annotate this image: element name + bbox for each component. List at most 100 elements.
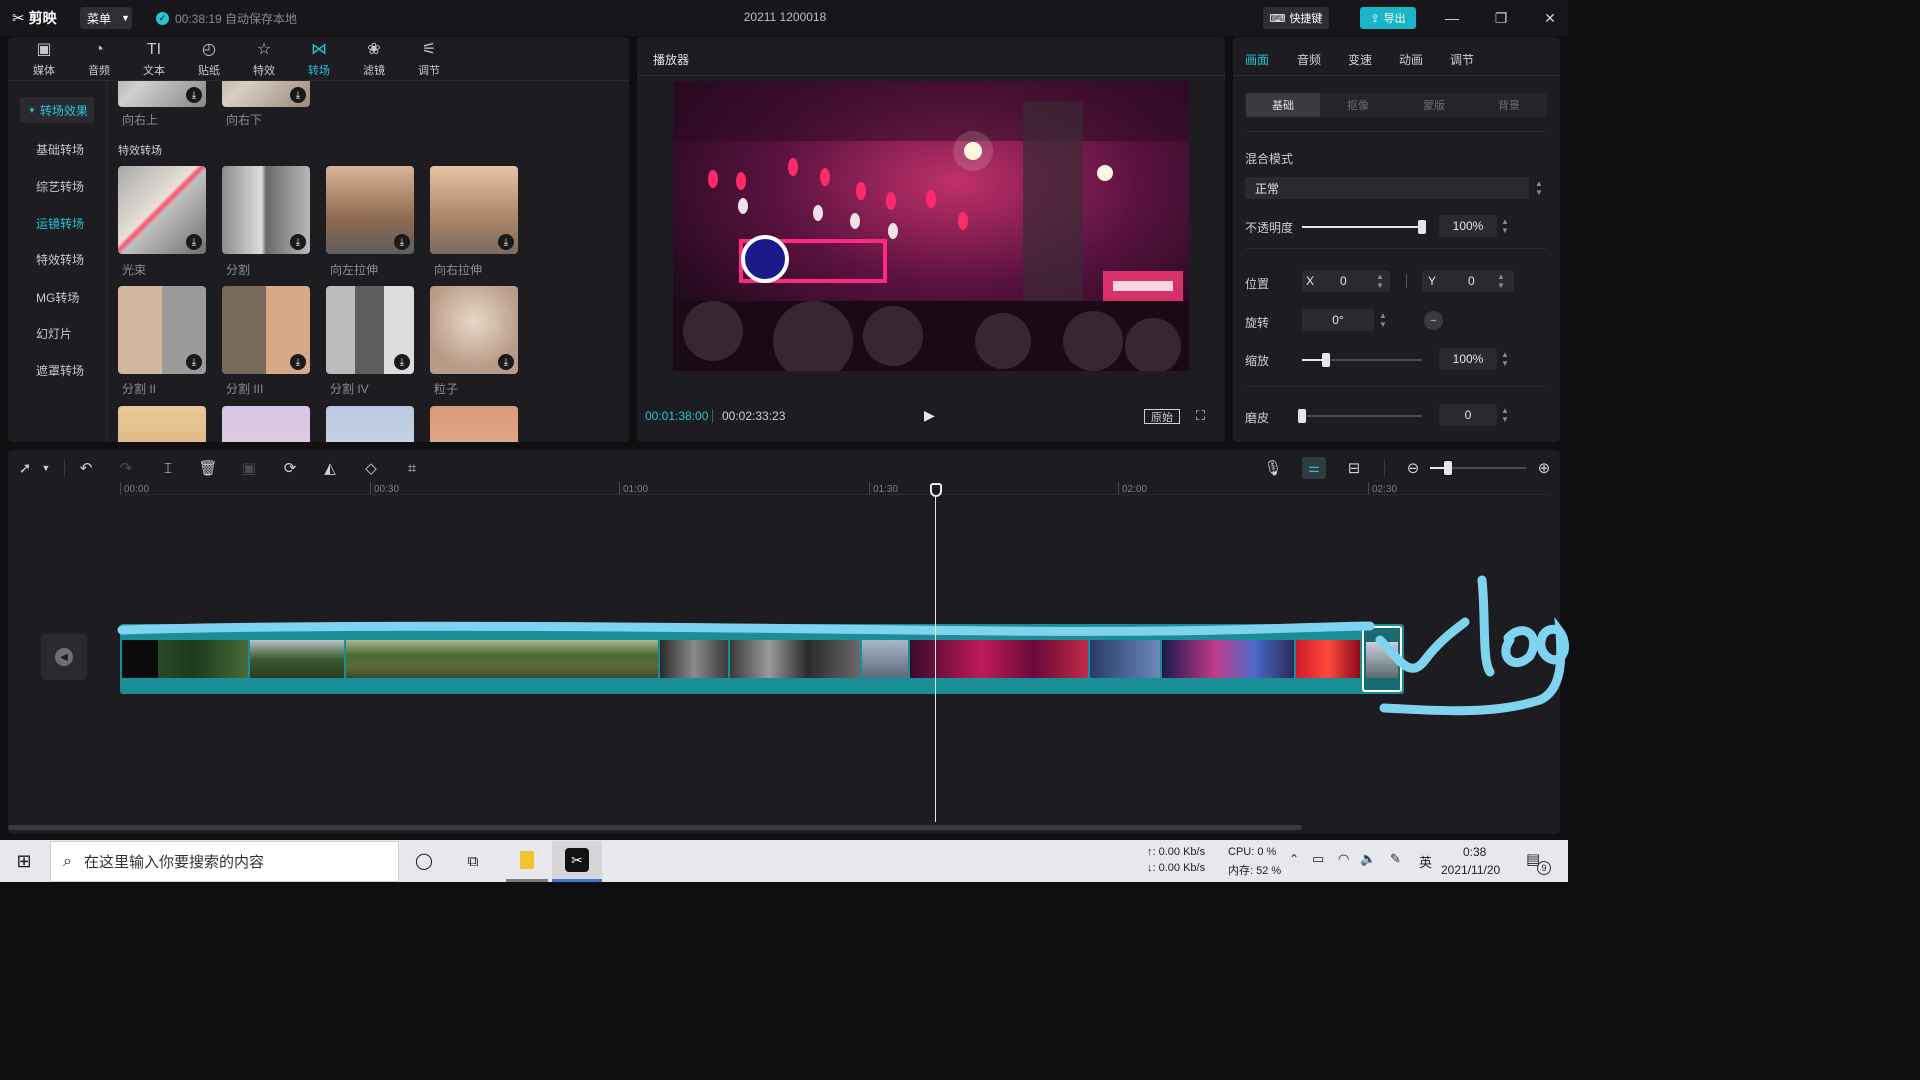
wifi-icon[interactable]: ◠	[1338, 851, 1349, 867]
shortcut-button[interactable]: ⌨ 快捷键	[1263, 7, 1329, 29]
select-cursor-icon[interactable]: ➚	[16, 458, 34, 478]
blend-mode-stepper[interactable]: ▲ ▼	[1534, 177, 1544, 199]
transition-thumb[interactable]	[430, 406, 518, 442]
pen-icon[interactable]: ✎	[1390, 851, 1401, 867]
opacity-slider-handle[interactable]	[1418, 220, 1426, 234]
download-icon[interactable]: ⤓	[186, 87, 202, 103]
scale-input[interactable]: 100%	[1439, 348, 1497, 370]
link-icon[interactable]: ⊟	[1344, 458, 1364, 478]
download-icon[interactable]: ⤓	[394, 234, 410, 250]
tab-media[interactable]: ▣ 媒体	[20, 40, 68, 78]
playhead-line[interactable]	[935, 492, 936, 822]
maximize-icon[interactable]: ❐	[1491, 8, 1511, 28]
minimize-icon[interactable]: —	[1442, 8, 1462, 28]
cortana-icon[interactable]: ◯	[414, 851, 434, 871]
redo-icon[interactable]: ↷	[116, 458, 136, 478]
transition-thumb[interactable]: ⤓	[326, 286, 414, 374]
smooth-stepper[interactable]: ▲ ▼	[1500, 404, 1510, 426]
tab-animation[interactable]: 动画	[1399, 51, 1423, 68]
zoom-in-icon[interactable]: ⊕	[1534, 458, 1554, 478]
chevron-up-icon[interactable]: ⌃	[1289, 852, 1299, 866]
transition-thumb[interactable]: ⤓	[430, 166, 518, 254]
transition-thumb[interactable]	[222, 406, 310, 442]
download-icon[interactable]: ⤓	[290, 354, 306, 370]
close-icon[interactable]: ✕	[1540, 8, 1560, 28]
freeze-frame-icon[interactable]: ▣	[239, 458, 259, 478]
download-icon[interactable]: ⤓	[186, 234, 202, 250]
tab-text[interactable]: TI 文本	[130, 40, 178, 78]
file-explorer-icon[interactable]	[506, 841, 548, 882]
transition-thumb[interactable]: ⤓	[222, 166, 310, 254]
capcut-taskbar-icon[interactable]: ✂	[552, 841, 602, 882]
transition-thumb[interactable]: ⤓	[430, 286, 518, 374]
sidebar-item-variety[interactable]: 综艺转场	[20, 173, 94, 199]
transition-thumb[interactable]: ⤓	[222, 286, 310, 374]
crop-icon[interactable]: ⌗	[402, 458, 422, 478]
timeline-scrollbar[interactable]	[8, 825, 1302, 830]
transition-thumb[interactable]: ⤓	[118, 166, 206, 254]
magnet-snap-icon[interactable]: ⚌	[1302, 457, 1326, 479]
rotation-dial-icon[interactable]: –	[1424, 311, 1443, 330]
rotation-stepper[interactable]: ▲ ▼	[1378, 309, 1388, 331]
transition-thumb[interactable]	[326, 406, 414, 442]
scale-stepper[interactable]: ▲ ▼	[1500, 348, 1510, 370]
sidebar-item-basic[interactable]: 基础转场	[20, 136, 94, 162]
taskbar-search[interactable]: ⌕ 在这里输入你要搜索的内容	[50, 841, 399, 882]
tab-sticker[interactable]: ◴ 贴纸	[185, 40, 233, 78]
transition-thumb[interactable]	[118, 406, 206, 442]
download-icon[interactable]: ⤓	[290, 87, 306, 103]
export-button[interactable]: ⇪ 导出	[1360, 7, 1416, 29]
tab-effects[interactable]: ☆ 特效	[240, 40, 288, 78]
video-preview[interactable]	[673, 81, 1189, 371]
task-view-icon[interactable]: ⧉	[462, 851, 484, 871]
download-icon[interactable]: ⤓	[290, 234, 306, 250]
tab-adjust[interactable]: ⚟ 调节	[405, 40, 453, 78]
transition-thumb[interactable]: ⤓	[326, 166, 414, 254]
opacity-input[interactable]: 100%	[1439, 215, 1497, 237]
sidebar-item-camera[interactable]: 运镜转场	[20, 210, 94, 236]
download-icon[interactable]: ⤓	[498, 234, 514, 250]
clock-date[interactable]: 2021/11/20	[1441, 863, 1500, 877]
tab-picture[interactable]: 画面	[1245, 51, 1269, 68]
rotate-icon[interactable]: ◇	[361, 458, 381, 478]
subtab-background[interactable]: 背景	[1472, 93, 1546, 117]
transition-thumb[interactable]: ⤓	[222, 81, 310, 107]
delete-icon[interactable]: 🗑	[198, 458, 218, 478]
tab-filter[interactable]: ❀ 滤镜	[350, 40, 398, 78]
smooth-slider-handle[interactable]	[1298, 409, 1306, 423]
play-icon[interactable]: ▶	[924, 407, 935, 424]
tab-transition[interactable]: ⋈ 转场	[295, 40, 343, 78]
subtab-basic[interactable]: 基础	[1246, 93, 1320, 117]
tab-prop-adjust[interactable]: 调节	[1450, 51, 1474, 68]
clock-time[interactable]: 0:38	[1463, 845, 1486, 859]
sidebar-item-mg[interactable]: MG转场	[20, 284, 94, 310]
windows-start-icon[interactable]: ⊞	[14, 851, 34, 871]
ime-indicator[interactable]: 英	[1419, 852, 1432, 871]
position-y-stepper[interactable]: ▲ ▼	[1496, 270, 1506, 292]
download-icon[interactable]: ⤓	[186, 354, 202, 370]
scale-slider-handle[interactable]	[1322, 353, 1330, 367]
zoom-out-icon[interactable]: ⊖	[1403, 458, 1423, 478]
zoom-slider-handle[interactable]	[1444, 461, 1452, 475]
volume-icon[interactable]: 🔈	[1360, 851, 1376, 867]
transition-thumb[interactable]: ⤓	[118, 286, 206, 374]
rotation-input[interactable]: 0°	[1302, 309, 1374, 331]
ratio-button[interactable]: 原始	[1144, 409, 1180, 424]
microphone-icon[interactable]: 🎙	[1263, 458, 1283, 478]
sidebar-item-slideshow[interactable]: 幻灯片	[20, 320, 94, 346]
menu-button[interactable]: 菜单 ▼	[80, 7, 132, 29]
download-icon[interactable]: ⤓	[498, 354, 514, 370]
split-icon[interactable]: ⌶	[158, 458, 178, 478]
playhead-handle[interactable]	[930, 483, 942, 497]
tab-speed[interactable]: 变速	[1348, 51, 1372, 68]
download-icon[interactable]: ⤓	[394, 354, 410, 370]
chevron-down-icon[interactable]: ▼	[40, 458, 52, 478]
smooth-input[interactable]: 0	[1439, 404, 1497, 426]
transition-thumb[interactable]: ⤓	[118, 81, 206, 107]
track-audio-toggle[interactable]: ◀	[41, 634, 87, 680]
sidebar-header[interactable]: ▼ 转场效果	[20, 97, 94, 123]
smooth-slider[interactable]	[1302, 415, 1422, 417]
undo-icon[interactable]: ↶	[76, 458, 96, 478]
subtab-cutout[interactable]: 抠像	[1321, 93, 1395, 117]
position-x-stepper[interactable]: ▲ ▼	[1375, 270, 1385, 292]
